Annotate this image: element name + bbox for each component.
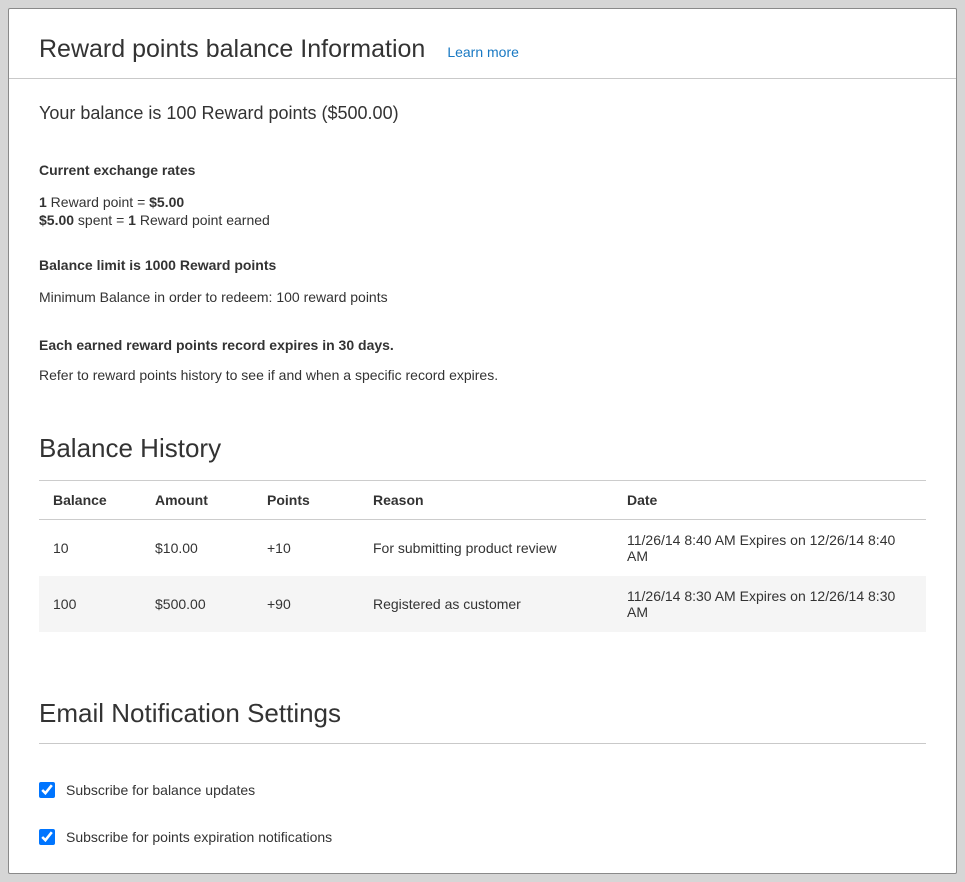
col-balance: Balance	[39, 481, 145, 520]
cell-points: +10	[257, 520, 363, 577]
exchange-rates-heading: Current exchange rates	[39, 162, 926, 178]
exchange-rate-line-1: 1 Reward point = $5.00	[39, 193, 926, 211]
cell-date: 11/26/14 8:40 AM Expires on 12/26/14 8:4…	[617, 520, 926, 577]
exchange-rates: 1 Reward point = $5.00 $5.00 spent = 1 R…	[39, 193, 926, 229]
cell-balance: 10	[39, 520, 145, 577]
cell-amount: $10.00	[145, 520, 257, 577]
page-title: Reward points balance Information	[39, 35, 425, 64]
rate2-text2: Reward point earned	[136, 212, 270, 228]
rate2-text1: spent =	[74, 212, 128, 228]
rate1-text: Reward point =	[47, 194, 149, 210]
balance-limit-text: Balance limit is 1000 Reward points	[39, 257, 926, 273]
balance-history-heading: Balance History	[39, 433, 926, 464]
rate2-points: 1	[128, 212, 136, 228]
expiry-note-text: Refer to reward points history to see if…	[39, 367, 926, 383]
cell-balance: 100	[39, 576, 145, 632]
cell-date: 11/26/14 8:30 AM Expires on 12/26/14 8:3…	[617, 576, 926, 632]
reward-points-panel: Reward points balance Information Learn …	[8, 8, 957, 874]
subscribe-expiration-row[interactable]: Subscribe for points expiration notifica…	[39, 829, 926, 845]
col-date: Date	[617, 481, 926, 520]
expiration-notifications-label: Subscribe for points expiration notifica…	[66, 829, 332, 845]
cell-reason: Registered as customer	[363, 576, 617, 632]
col-reason: Reason	[363, 481, 617, 520]
table-header-row: Balance Amount Points Reason Date	[39, 481, 926, 520]
balance-history-table: Balance Amount Points Reason Date 10 $10…	[39, 480, 926, 632]
balance-summary: Your balance is 100 Reward points ($500.…	[39, 103, 926, 124]
expiration-notifications-checkbox[interactable]	[39, 829, 55, 845]
rate2-value: $5.00	[39, 212, 74, 228]
page-header: Reward points balance Information Learn …	[9, 9, 956, 79]
minimum-redeem-text: Minimum Balance in order to redeem: 100 …	[39, 289, 926, 305]
expiry-rule-text: Each earned reward points record expires…	[39, 337, 926, 353]
email-notification-heading: Email Notification Settings	[39, 698, 926, 729]
email-notification-section: Email Notification Settings	[39, 698, 926, 744]
col-points: Points	[257, 481, 363, 520]
subscribe-balance-updates-row[interactable]: Subscribe for balance updates	[39, 782, 926, 798]
balance-updates-checkbox[interactable]	[39, 782, 55, 798]
table-row: 100 $500.00 +90 Registered as customer 1…	[39, 576, 926, 632]
cell-points: +90	[257, 576, 363, 632]
cell-amount: $500.00	[145, 576, 257, 632]
rate1-points: 1	[39, 194, 47, 210]
learn-more-link[interactable]: Learn more	[447, 44, 519, 60]
table-row: 10 $10.00 +10 For submitting product rev…	[39, 520, 926, 577]
balance-updates-label: Subscribe for balance updates	[66, 782, 255, 798]
cell-reason: For submitting product review	[363, 520, 617, 577]
rate1-value: $5.00	[149, 194, 184, 210]
col-amount: Amount	[145, 481, 257, 520]
exchange-rate-line-2: $5.00 spent = 1 Reward point earned	[39, 211, 926, 229]
page-content: Your balance is 100 Reward points ($500.…	[9, 103, 956, 874]
